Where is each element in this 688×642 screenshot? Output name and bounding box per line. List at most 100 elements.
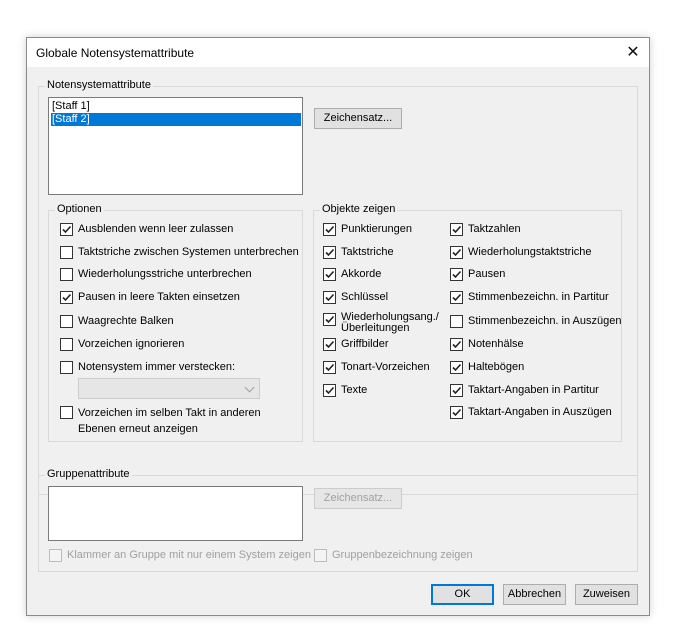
- option-checkbox-8-label-line1: Vorzeichen im selben Takt in anderen: [78, 407, 261, 419]
- checked-checkbox-icon[interactable]: [450, 338, 463, 351]
- staff-list-item[interactable]: [Staff 1]: [51, 100, 301, 113]
- option-checkbox-7-label: Notensystem immer verstecken:: [78, 361, 236, 373]
- show-object-checkbox-right-8-label: Taktart-Angaben in Partitur: [468, 384, 599, 396]
- show-object-checkbox-right-3[interactable]: Pausen: [450, 267, 505, 281]
- group-listbox[interactable]: [48, 486, 303, 541]
- group-name-checkbox[interactable]: Gruppenbezeichnung zeigen: [314, 548, 473, 562]
- show-object-checkbox-left-5-label-line2: Überleitungen: [341, 322, 410, 334]
- checked-checkbox-icon[interactable]: [450, 406, 463, 419]
- group-bracket-checkbox[interactable]: Klammer an Gruppe mit nur einem System z…: [49, 548, 311, 562]
- checked-checkbox-icon[interactable]: [323, 338, 336, 351]
- show-objects-legend: Objekte zeigen: [320, 203, 398, 215]
- checked-checkbox-icon[interactable]: [323, 223, 336, 236]
- ok-button[interactable]: OK: [431, 584, 494, 605]
- checked-checkbox-icon[interactable]: [60, 291, 73, 304]
- checked-checkbox-icon[interactable]: [323, 361, 336, 374]
- checked-checkbox-icon[interactable]: [450, 291, 463, 304]
- title-bar: Globale Notensystemattribute ✕: [27, 38, 649, 67]
- show-object-checkbox-left-8-label: Texte: [341, 384, 368, 396]
- option-checkbox-5-label: Waagrechte Balken: [78, 315, 174, 327]
- option-checkbox-3[interactable]: Wiederholungsstriche unterbrechen: [60, 267, 252, 281]
- show-object-checkbox-right-6-label: Notenhälse: [468, 338, 524, 350]
- option-checkbox-4-label: Pausen in leere Takten einsetzen: [78, 291, 240, 303]
- checked-checkbox-icon[interactable]: [450, 384, 463, 397]
- show-object-checkbox-left-8[interactable]: Texte: [323, 383, 367, 397]
- checked-checkbox-icon[interactable]: [60, 223, 73, 236]
- staff-list-item-selected[interactable]: [Staff 2]: [51, 113, 301, 126]
- hide-staff-combo[interactable]: [78, 378, 260, 399]
- option-checkbox-6-label: Vorzeichen ignorieren: [78, 338, 185, 350]
- checkbox-box[interactable]: [60, 246, 73, 259]
- show-object-checkbox-left-2-label: Taktstriche: [341, 246, 394, 258]
- show-object-checkbox-right-1-label: Taktzahlen: [468, 223, 521, 235]
- option-checkbox-8[interactable]: Vorzeichen im selben Takt in anderen Eben…: [60, 405, 261, 437]
- show-object-checkbox-right-7-label: Haltebögen: [468, 361, 525, 373]
- show-object-checkbox-right-7[interactable]: Haltebögen: [450, 360, 524, 374]
- show-object-checkbox-right-4-label: Stimmenbezeichn. in Partitur: [468, 291, 609, 303]
- staff-attributes-legend: Notensystemattribute: [45, 79, 153, 91]
- apply-button[interactable]: Zuweisen: [575, 584, 638, 605]
- checked-checkbox-icon[interactable]: [450, 246, 463, 259]
- option-checkbox-2[interactable]: Taktstriche zwischen Systemen unterbrech…: [60, 245, 299, 259]
- dialog-window: Globale Notensystemattribute ✕ Notensyst…: [26, 37, 650, 616]
- checked-checkbox-icon[interactable]: [323, 268, 336, 281]
- show-object-checkbox-right-5[interactable]: Stimmenbezeichn. in Auszügen: [450, 314, 621, 328]
- option-checkbox-4[interactable]: Pausen in leere Takten einsetzen: [60, 290, 240, 304]
- show-object-checkbox-left-5-label: Wiederholungsang./Überleitungen: [341, 312, 439, 334]
- checkbox-box[interactable]: [60, 338, 73, 351]
- checked-checkbox-icon[interactable]: [323, 313, 336, 326]
- option-checkbox-1[interactable]: Ausblenden wenn leer zulassen: [60, 222, 233, 236]
- option-checkbox-6[interactable]: Vorzeichen ignorieren: [60, 337, 184, 351]
- checked-checkbox-icon[interactable]: [450, 223, 463, 236]
- option-checkbox-7[interactable]: Notensystem immer verstecken:: [60, 360, 235, 374]
- show-object-checkbox-left-6-label: Griffbilder: [341, 338, 389, 350]
- show-object-checkbox-left-4[interactable]: Schlüssel: [323, 290, 388, 304]
- checkbox-box[interactable]: [49, 549, 62, 562]
- checkbox-box[interactable]: [60, 361, 73, 374]
- staff-listbox[interactable]: [Staff 1] [Staff 2]: [48, 97, 303, 195]
- option-checkbox-3-label: Wiederholungsstriche unterbrechen: [78, 268, 252, 280]
- show-object-checkbox-left-3-label: Akkorde: [341, 268, 382, 280]
- options-legend: Optionen: [55, 203, 104, 215]
- checked-checkbox-icon[interactable]: [323, 291, 336, 304]
- close-icon[interactable]: ✕: [621, 42, 645, 64]
- checkbox-box[interactable]: [450, 315, 463, 328]
- show-object-checkbox-left-6[interactable]: Griffbilder: [323, 337, 388, 351]
- show-object-checkbox-left-7[interactable]: Tonart-Vorzeichen: [323, 360, 430, 374]
- option-checkbox-8-label: Vorzeichen im selben Takt in anderen Eben…: [78, 405, 261, 437]
- show-object-checkbox-left-5[interactable]: Wiederholungsang./Überleitungen: [323, 312, 439, 334]
- show-object-checkbox-right-3-label: Pausen: [468, 268, 506, 280]
- group-name-label: Gruppenbezeichnung zeigen: [332, 549, 473, 561]
- checkbox-box[interactable]: [60, 268, 73, 281]
- show-object-checkbox-right-2[interactable]: Wiederholungstaktstriche: [450, 245, 592, 259]
- show-object-checkbox-right-6[interactable]: Notenhälse: [450, 337, 524, 351]
- show-object-checkbox-right-4[interactable]: Stimmenbezeichn. in Partitur: [450, 290, 609, 304]
- checked-checkbox-icon[interactable]: [450, 268, 463, 281]
- show-object-checkbox-right-2-label: Wiederholungstaktstriche: [468, 246, 592, 258]
- group-bracket-label: Klammer an Gruppe mit nur einem System z…: [67, 549, 311, 561]
- show-object-checkbox-left-3[interactable]: Akkorde: [323, 267, 381, 281]
- staff-font-button[interactable]: Zeichensatz...: [314, 108, 402, 129]
- checked-checkbox-icon[interactable]: [450, 361, 463, 374]
- cancel-button[interactable]: Abbrechen: [503, 584, 566, 605]
- show-object-checkbox-left-1[interactable]: Punktierungen: [323, 222, 412, 236]
- group-font-button[interactable]: Zeichensatz...: [314, 488, 402, 509]
- show-object-checkbox-right-9[interactable]: Taktart-Angaben in Auszügen: [450, 405, 612, 419]
- show-object-checkbox-right-1[interactable]: Taktzahlen: [450, 222, 521, 236]
- checkbox-box[interactable]: [314, 549, 327, 562]
- option-checkbox-5[interactable]: Waagrechte Balken: [60, 314, 174, 328]
- show-object-checkbox-left-7-label: Tonart-Vorzeichen: [341, 361, 430, 373]
- checked-checkbox-icon[interactable]: [323, 384, 336, 397]
- dialog-title: Globale Notensystemattribute: [36, 46, 195, 60]
- chevron-down-icon: [244, 382, 255, 393]
- option-checkbox-2-label: Taktstriche zwischen Systemen unterbrech…: [78, 246, 299, 258]
- checkbox-box[interactable]: [60, 315, 73, 328]
- show-object-checkbox-right-8[interactable]: Taktart-Angaben in Partitur: [450, 383, 599, 397]
- show-object-checkbox-left-1-label: Punktierungen: [341, 223, 412, 235]
- show-object-checkbox-left-2[interactable]: Taktstriche: [323, 245, 394, 259]
- option-checkbox-8-label-line2: Ebenen erneut anzeigen: [78, 423, 198, 435]
- option-checkbox-1-label: Ausblenden wenn leer zulassen: [78, 223, 234, 235]
- show-object-checkbox-right-5-label: Stimmenbezeichn. in Auszügen: [468, 315, 622, 327]
- checked-checkbox-icon[interactable]: [323, 246, 336, 259]
- checkbox-box[interactable]: [60, 406, 73, 419]
